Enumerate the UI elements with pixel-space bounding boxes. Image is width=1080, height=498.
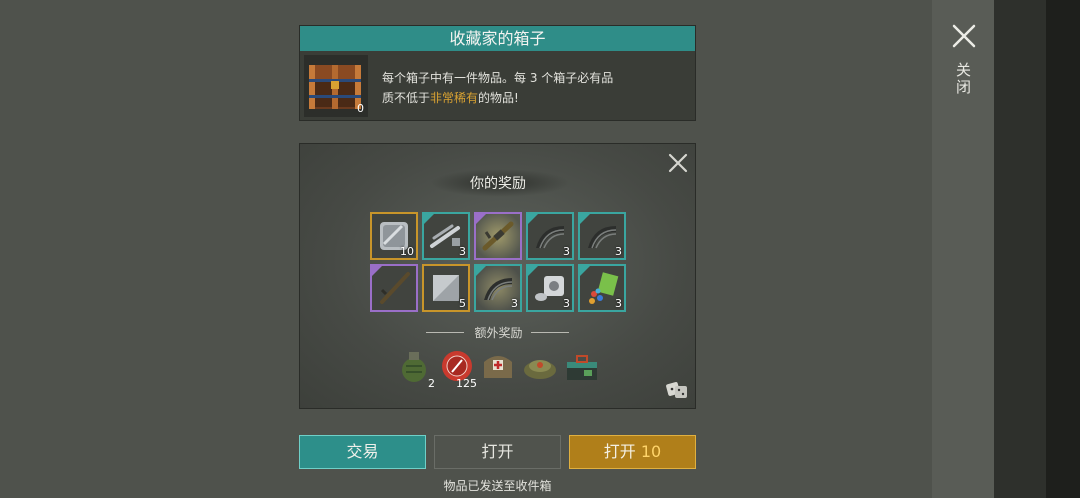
- toolbox-icon: [567, 355, 597, 380]
- bonus-count: 125: [456, 377, 477, 390]
- reward-grid: 10 3 3 3 5 3 3 3: [370, 212, 630, 312]
- close-label[interactable]: 关闭: [954, 62, 974, 96]
- reward-slot[interactable]: 3: [526, 212, 574, 260]
- chest-description: 每个箱子中有一件物品。每 3 个箱子必有品 质不低于非常稀有的物品!: [382, 68, 682, 108]
- bonus-item[interactable]: [522, 348, 560, 388]
- bonus-item[interactable]: 125: [440, 348, 478, 390]
- trade-button[interactable]: 交易: [299, 435, 426, 469]
- desc-line-1: 每个箱子中有一件物品。每 3 个箱子必有品: [382, 71, 614, 85]
- reward-slot[interactable]: 3: [578, 212, 626, 260]
- desc-line-2: 质不低于非常稀有的物品!: [382, 88, 682, 108]
- screen-edge: [994, 0, 1080, 498]
- open-10-count: 10: [640, 442, 662, 461]
- reward-slot[interactable]: 3: [422, 212, 470, 260]
- item-count: 3: [511, 297, 518, 310]
- open-10-label: 打开: [603, 442, 636, 461]
- item-count: 3: [615, 245, 622, 258]
- reward-slot[interactable]: [474, 212, 522, 260]
- rifle-icon: [482, 221, 514, 251]
- chest-info-card: 收藏家的箱子 0 每个箱子中有一件物品。每 3 个箱子必有品 质不低于非常稀有的…: [299, 25, 696, 121]
- bonus-item[interactable]: [564, 348, 602, 388]
- item-count: 3: [563, 297, 570, 310]
- reward-slot[interactable]: [370, 264, 418, 312]
- reward-slot[interactable]: 3: [578, 264, 626, 312]
- reward-title: 你的奖励: [470, 176, 526, 192]
- chest-title: 收藏家的箱子: [300, 26, 695, 51]
- grenade-icon: [402, 352, 426, 382]
- chest-count: 0: [357, 102, 364, 115]
- desc-pre: 质不低于: [382, 91, 431, 105]
- divider-right: [531, 332, 569, 333]
- medkit-bag-icon: [484, 356, 512, 378]
- reward-slot[interactable]: 3: [526, 264, 574, 312]
- inbox-notice: 物品已发送至收件箱: [443, 479, 552, 493]
- panel-close-icon[interactable]: [667, 152, 689, 174]
- reward-slot[interactable]: 3: [474, 264, 522, 312]
- reward-slot[interactable]: 10: [370, 212, 418, 260]
- reward-panel: 你的奖励 10 3 3 3 5 3 3 3 额外奖励 2 125: [299, 143, 696, 409]
- item-count: 3: [459, 245, 466, 258]
- close-icon[interactable]: [950, 22, 978, 50]
- item-count: 3: [563, 245, 570, 258]
- item-count: 5: [459, 297, 466, 310]
- bonus-label: 额外奖励: [474, 326, 523, 340]
- dice-icon[interactable]: [665, 377, 689, 401]
- item-count: 10: [400, 245, 414, 258]
- rarity-highlight: 非常稀有: [430, 91, 479, 105]
- item-count: 3: [615, 297, 622, 310]
- desc-post: 的物品!: [478, 91, 519, 105]
- shotgun-icon: [380, 272, 410, 304]
- screen-edge-dark: [1046, 0, 1080, 498]
- bonus-item[interactable]: [480, 348, 518, 388]
- bonus-row: 2 125: [398, 348, 608, 392]
- landmine-icon: [524, 360, 556, 379]
- open-10-button[interactable]: 打开 10: [569, 435, 696, 469]
- open-button[interactable]: 打开: [434, 435, 561, 469]
- reward-slot[interactable]: 5: [422, 264, 470, 312]
- bonus-item[interactable]: 2: [398, 348, 436, 390]
- bonus-count: 2: [428, 377, 435, 390]
